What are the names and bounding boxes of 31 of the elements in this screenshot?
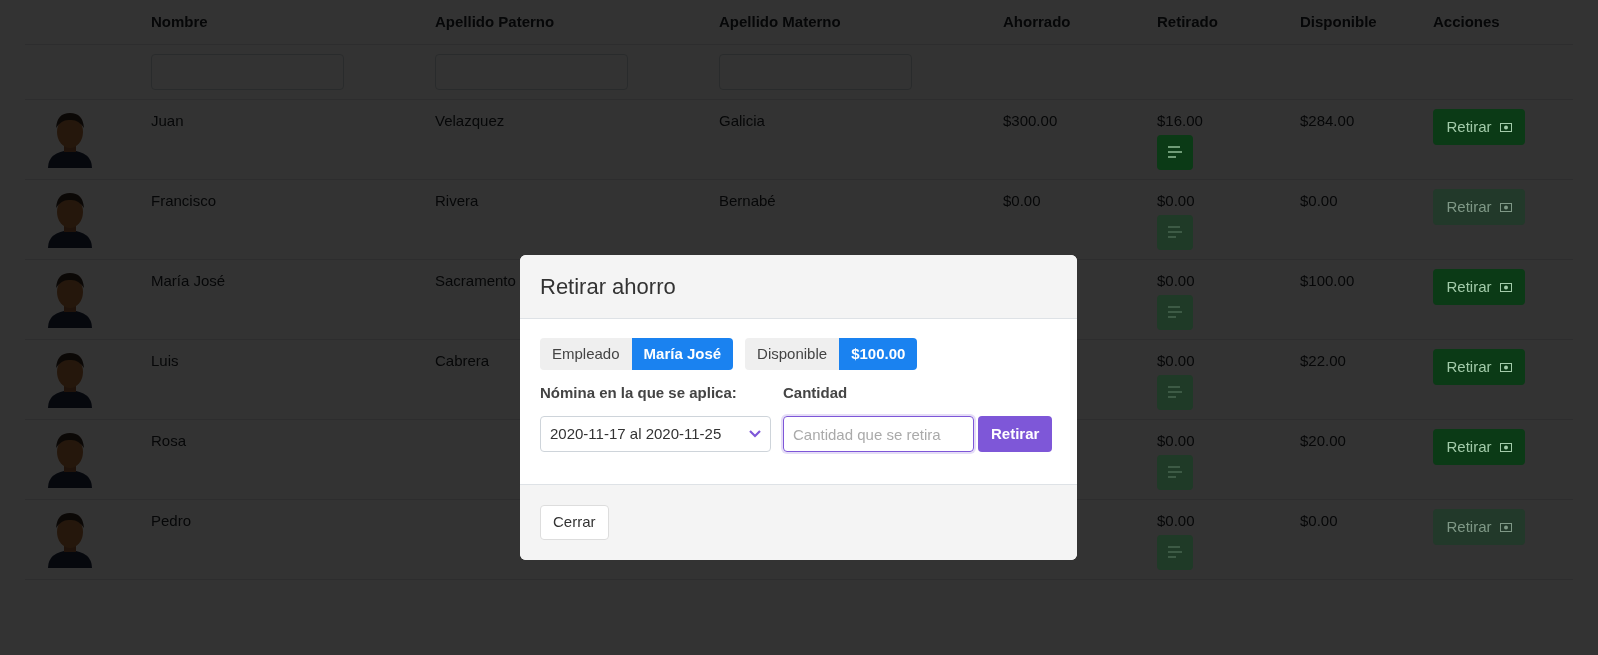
withdraw-button[interactable]: Retirar [1433, 269, 1525, 305]
close-button[interactable]: Cerrar [540, 505, 609, 540]
available-label: Disponible [745, 338, 840, 370]
payroll-select[interactable]: 2020-11-17 al 2020-11-25 [540, 416, 771, 452]
bill-icon [1499, 442, 1512, 452]
field-label: Nómina en la que se aplica: [540, 383, 738, 403]
bill-icon [1499, 202, 1512, 212]
history-button[interactable] [1157, 134, 1193, 170]
list-icon [1168, 386, 1182, 398]
list-icon [1168, 546, 1182, 558]
withdraw-button[interactable]: Retirar [1433, 349, 1525, 385]
list-icon [1168, 466, 1182, 478]
amount-input-field[interactable]: Cantidad que se retira [783, 416, 974, 452]
bill-icon [1499, 282, 1512, 292]
bill-icon [1499, 122, 1512, 132]
bill-icon [1499, 362, 1512, 372]
submit-withdraw-button[interactable]: Retirar [978, 416, 1053, 452]
modal-title: Retirar ahorro [540, 273, 676, 301]
employee-value: María José [631, 338, 734, 370]
field-label: Cantidad [783, 383, 849, 403]
list-icon [1168, 306, 1182, 318]
withdraw-button[interactable]: Retirar [1433, 509, 1525, 545]
available-value: $100.00 [839, 338, 918, 370]
withdraw-button[interactable]: Retirar [1433, 429, 1525, 465]
withdraw-button[interactable]: Retirar [1433, 109, 1525, 145]
withdraw-button[interactable]: Retirar [1433, 189, 1525, 225]
bill-icon [1499, 522, 1512, 532]
list-icon [1168, 226, 1182, 238]
list-icon [1168, 146, 1182, 158]
chevron-down-icon [749, 430, 761, 438]
employee-label: Empleado [540, 338, 632, 370]
